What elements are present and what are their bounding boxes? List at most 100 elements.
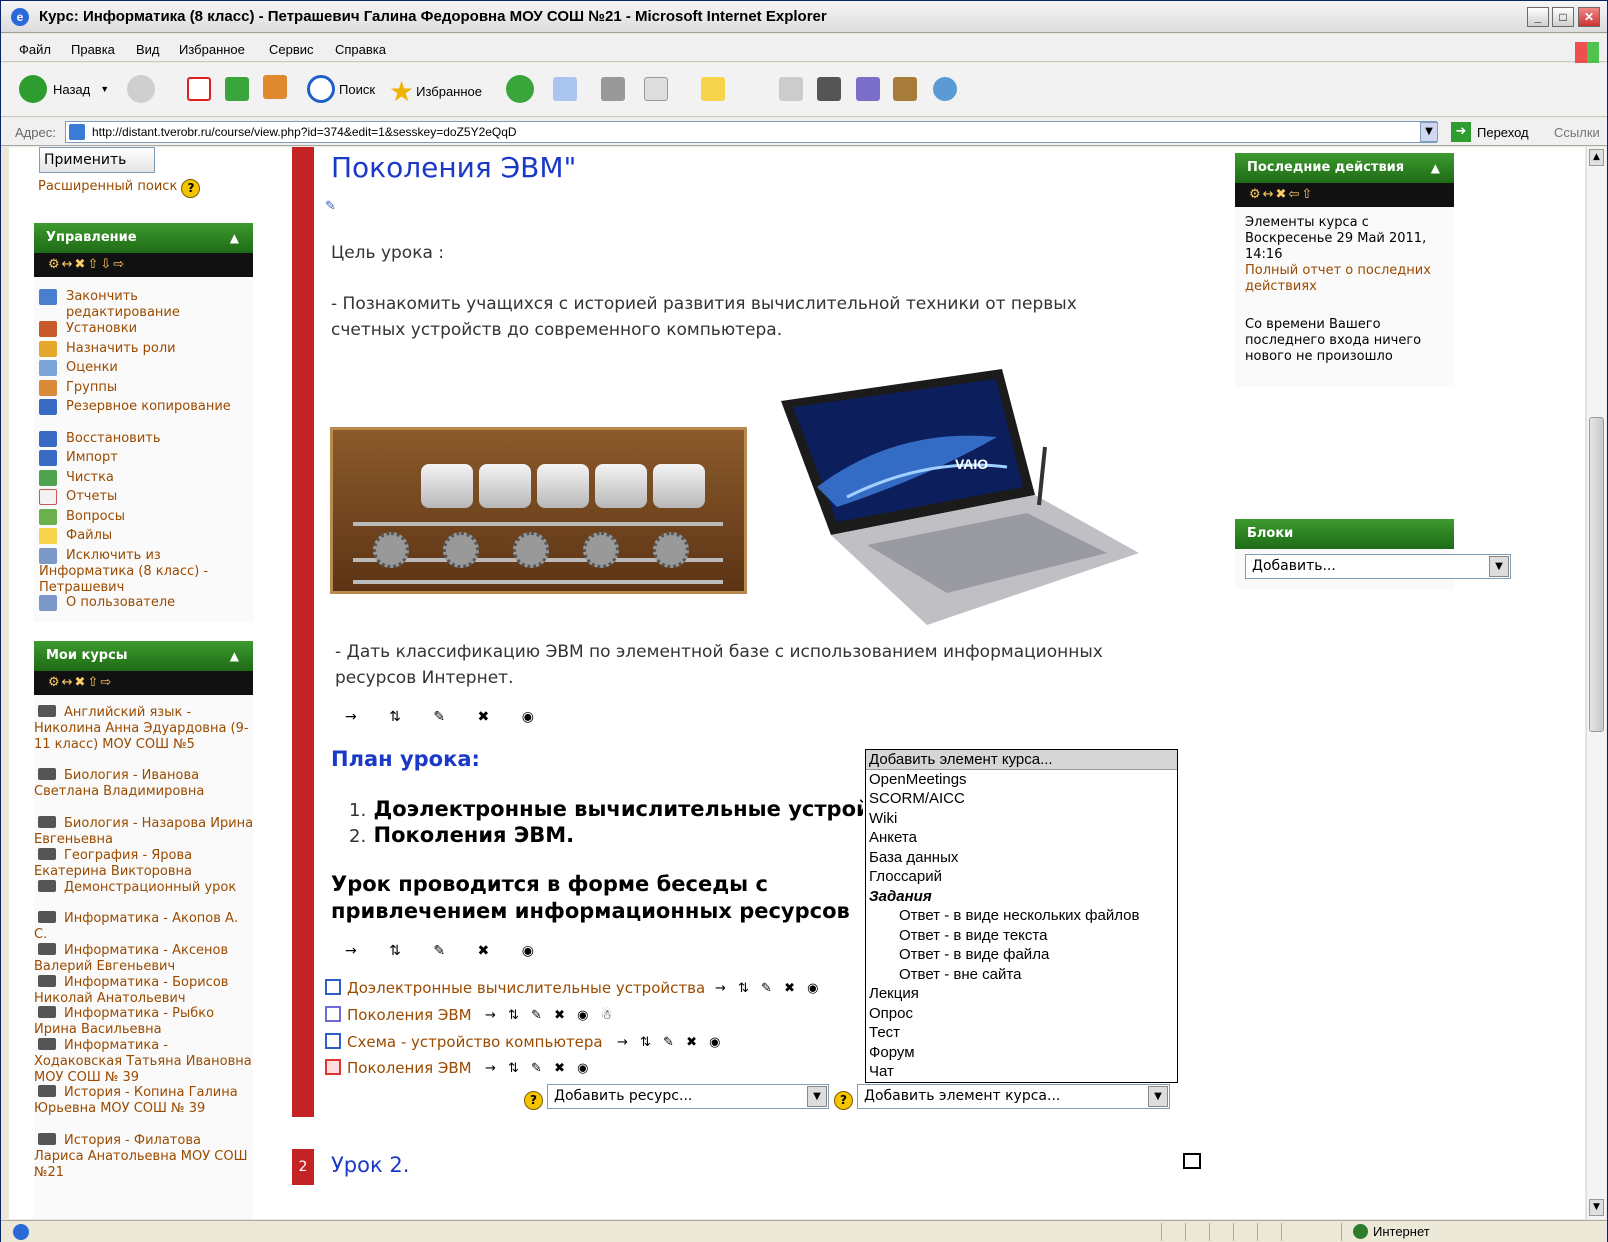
dropdown-option[interactable]: Wiki: [866, 809, 1177, 829]
course-item[interactable]: Английский язык - Николина Анна Эдуардов…: [34, 705, 254, 753]
admin-item-grades[interactable]: Оценки: [66, 360, 118, 376]
dropdown-option[interactable]: Опрос: [866, 1004, 1177, 1024]
add-block-select[interactable]: Добавить... ▼: [1245, 554, 1511, 579]
print-icon[interactable]: [601, 77, 625, 101]
maximize-button[interactable]: □: [1552, 7, 1574, 27]
k-icon[interactable]: [817, 77, 841, 101]
add-resource-select[interactable]: Добавить ресурс... ▼: [547, 1084, 829, 1109]
dropdown-option[interactable]: Ответ - в виде нескольких файлов: [866, 906, 1177, 926]
dropdown-option[interactable]: Ответ - в виде текста: [866, 926, 1177, 946]
add-activity-select[interactable]: Добавить элемент курса... ▼: [857, 1084, 1170, 1109]
dropdown-option[interactable]: SCORM/AICC: [866, 789, 1177, 809]
item-controls[interactable]: → ⇅ ✎ ✖ ◉: [345, 943, 548, 959]
favorites-button[interactable]: ★ Избранное: [389, 75, 482, 108]
back-dropdown-icon[interactable]: ▼: [100, 84, 109, 94]
address-dropdown-icon[interactable]: ▼: [1420, 122, 1438, 142]
stop-icon[interactable]: [187, 77, 211, 101]
menu-edit[interactable]: Правка: [71, 42, 115, 57]
course-item[interactable]: История - Копина Галина Юрьевна МОУ СОШ …: [34, 1085, 254, 1117]
admin-item-questions[interactable]: Вопросы: [66, 509, 125, 525]
collapse-icon[interactable]: ▲: [230, 223, 239, 253]
research-icon[interactable]: [893, 77, 917, 101]
menu-file[interactable]: Файл: [19, 42, 51, 57]
resource-controls[interactable]: → ⇅ ✎ ✖ ◉: [715, 981, 822, 996]
vertical-scrollbar[interactable]: ▲ ▼: [1586, 147, 1606, 1219]
course-item[interactable]: Информатика - Рыбко Ирина Васильевна: [34, 1006, 254, 1038]
admin-item-settings[interactable]: Установки: [66, 321, 137, 337]
resource-link-2[interactable]: Поколения ЭВМ: [325, 1006, 472, 1024]
resource-link-3[interactable]: Схема - устройство компьютера: [325, 1033, 603, 1051]
scroll-down-icon[interactable]: ▼: [1589, 1199, 1604, 1216]
course-item[interactable]: География - Ярова Екатерина Викторовна: [34, 848, 254, 880]
help-icon[interactable]: ?: [834, 1091, 853, 1110]
dropdown-option[interactable]: Ответ - вне сайта: [866, 965, 1177, 985]
item-controls[interactable]: → ⇅ ✎ ✖ ◉: [345, 709, 548, 725]
menu-tools[interactable]: Сервис: [269, 42, 314, 57]
dropdown-option[interactable]: Ответ - в виде файла: [866, 945, 1177, 965]
course-item[interactable]: Демонстрационный урок: [34, 880, 254, 896]
dropdown-option[interactable]: Добавить элемент курса...: [866, 750, 1177, 770]
admin-item-restore[interactable]: Восстановить: [66, 431, 161, 447]
messenger-icon[interactable]: [779, 77, 803, 101]
links-button[interactable]: Ссылки: [1554, 125, 1600, 140]
resource-controls[interactable]: → ⇅ ✎ ✖ ◉: [617, 1035, 724, 1050]
admin-block-tools[interactable]: ⚙↔✖⇧⇩⇨: [34, 253, 253, 277]
menu-favorites[interactable]: Избранное: [179, 42, 245, 57]
help-icon[interactable]: ?: [181, 179, 201, 198]
dropdown-option[interactable]: База данных: [866, 848, 1177, 868]
resource-controls[interactable]: → ⇅ ✎ ✖ ◉ ☃: [485, 1008, 616, 1023]
scroll-up-icon[interactable]: ▲: [1589, 149, 1604, 166]
tool-icon[interactable]: [856, 77, 880, 101]
courses-block-tools[interactable]: ⚙↔✖⇧⇨: [34, 671, 253, 695]
course-item[interactable]: Биология - Назарова Ирина Евгеньевна: [34, 816, 254, 848]
admin-item-import[interactable]: Импорт: [66, 450, 118, 466]
resource-link-1[interactable]: Доэлектронные вычислительные устройства: [325, 979, 705, 997]
advanced-search-link[interactable]: Расширенный поиск ?: [38, 177, 201, 198]
back-button[interactable]: Назад ▼: [19, 75, 109, 103]
admin-item-files[interactable]: Файлы: [66, 528, 112, 544]
resource-controls[interactable]: → ⇅ ✎ ✖ ◉: [485, 1061, 592, 1076]
edit-icon[interactable]: ✎: [325, 199, 336, 214]
history-icon[interactable]: [506, 75, 534, 103]
collapse-icon[interactable]: ▲: [230, 641, 239, 671]
dropdown-option[interactable]: Чат: [866, 1062, 1177, 1082]
highlight-checkbox[interactable]: [1183, 1153, 1201, 1169]
minimize-button[interactable]: _: [1527, 7, 1549, 27]
go-arrow-icon[interactable]: ➜: [1451, 122, 1471, 142]
refresh-icon[interactable]: [225, 77, 249, 101]
collapse-icon[interactable]: ▲: [1431, 153, 1440, 183]
course-item[interactable]: Информатика - Аксенов Валерий Евгеньевич: [34, 943, 254, 975]
dropdown-option[interactable]: Форум: [866, 1043, 1177, 1063]
activity-dropdown-list[interactable]: Добавить элемент курса... OpenMeetings SCO…: [865, 749, 1178, 1083]
dropdown-option[interactable]: Глоссарий: [866, 867, 1177, 887]
scroll-thumb[interactable]: [1589, 417, 1604, 732]
admin-item-groups[interactable]: Группы: [66, 380, 117, 396]
edit-icon[interactable]: [644, 77, 668, 101]
home-icon[interactable]: [263, 75, 287, 99]
apply-button[interactable]: Применить: [39, 147, 155, 173]
admin-item-roles[interactable]: Назначить роли: [66, 341, 176, 357]
resource-link-4[interactable]: Поколения ЭВМ: [325, 1059, 472, 1077]
admin-item-profile[interactable]: О пользователе: [66, 595, 175, 611]
dropdown-option[interactable]: OpenMeetings: [866, 770, 1177, 790]
mail-icon[interactable]: [553, 77, 577, 101]
course-item[interactable]: История - Филатова Лариса Анатольевна МО…: [34, 1133, 254, 1181]
dropdown-option[interactable]: Тест: [866, 1023, 1177, 1043]
recent-block-tools[interactable]: ⚙↔✖⇦⇧: [1235, 183, 1454, 207]
admin-item-reset[interactable]: Чистка: [66, 470, 114, 486]
forward-button[interactable]: [127, 75, 155, 103]
go-button[interactable]: Переход: [1477, 125, 1529, 140]
dropdown-option[interactable]: Анкета: [866, 828, 1177, 848]
admin-item-reports[interactable]: Отчеты: [66, 489, 117, 505]
search-button[interactable]: Поиск: [307, 75, 375, 103]
admin-item-backup[interactable]: Резервное копирование: [66, 399, 251, 415]
folder-icon[interactable]: [701, 77, 725, 101]
close-button[interactable]: ✕: [1578, 7, 1600, 27]
help-icon[interactable]: ?: [524, 1091, 543, 1110]
admin-item-finish-editing[interactable]: Закончить редактирование: [66, 289, 251, 321]
course-item[interactable]: Информатика - Борисов Николай Анатольеви…: [34, 975, 254, 1007]
address-input[interactable]: http://distant.tverobr.ru/course/view.ph…: [65, 121, 1437, 143]
recent-full-report-link[interactable]: Полный отчет о последних действиях: [1245, 263, 1450, 295]
menu-view[interactable]: Вид: [136, 42, 160, 57]
people-icon[interactable]: [933, 77, 957, 101]
